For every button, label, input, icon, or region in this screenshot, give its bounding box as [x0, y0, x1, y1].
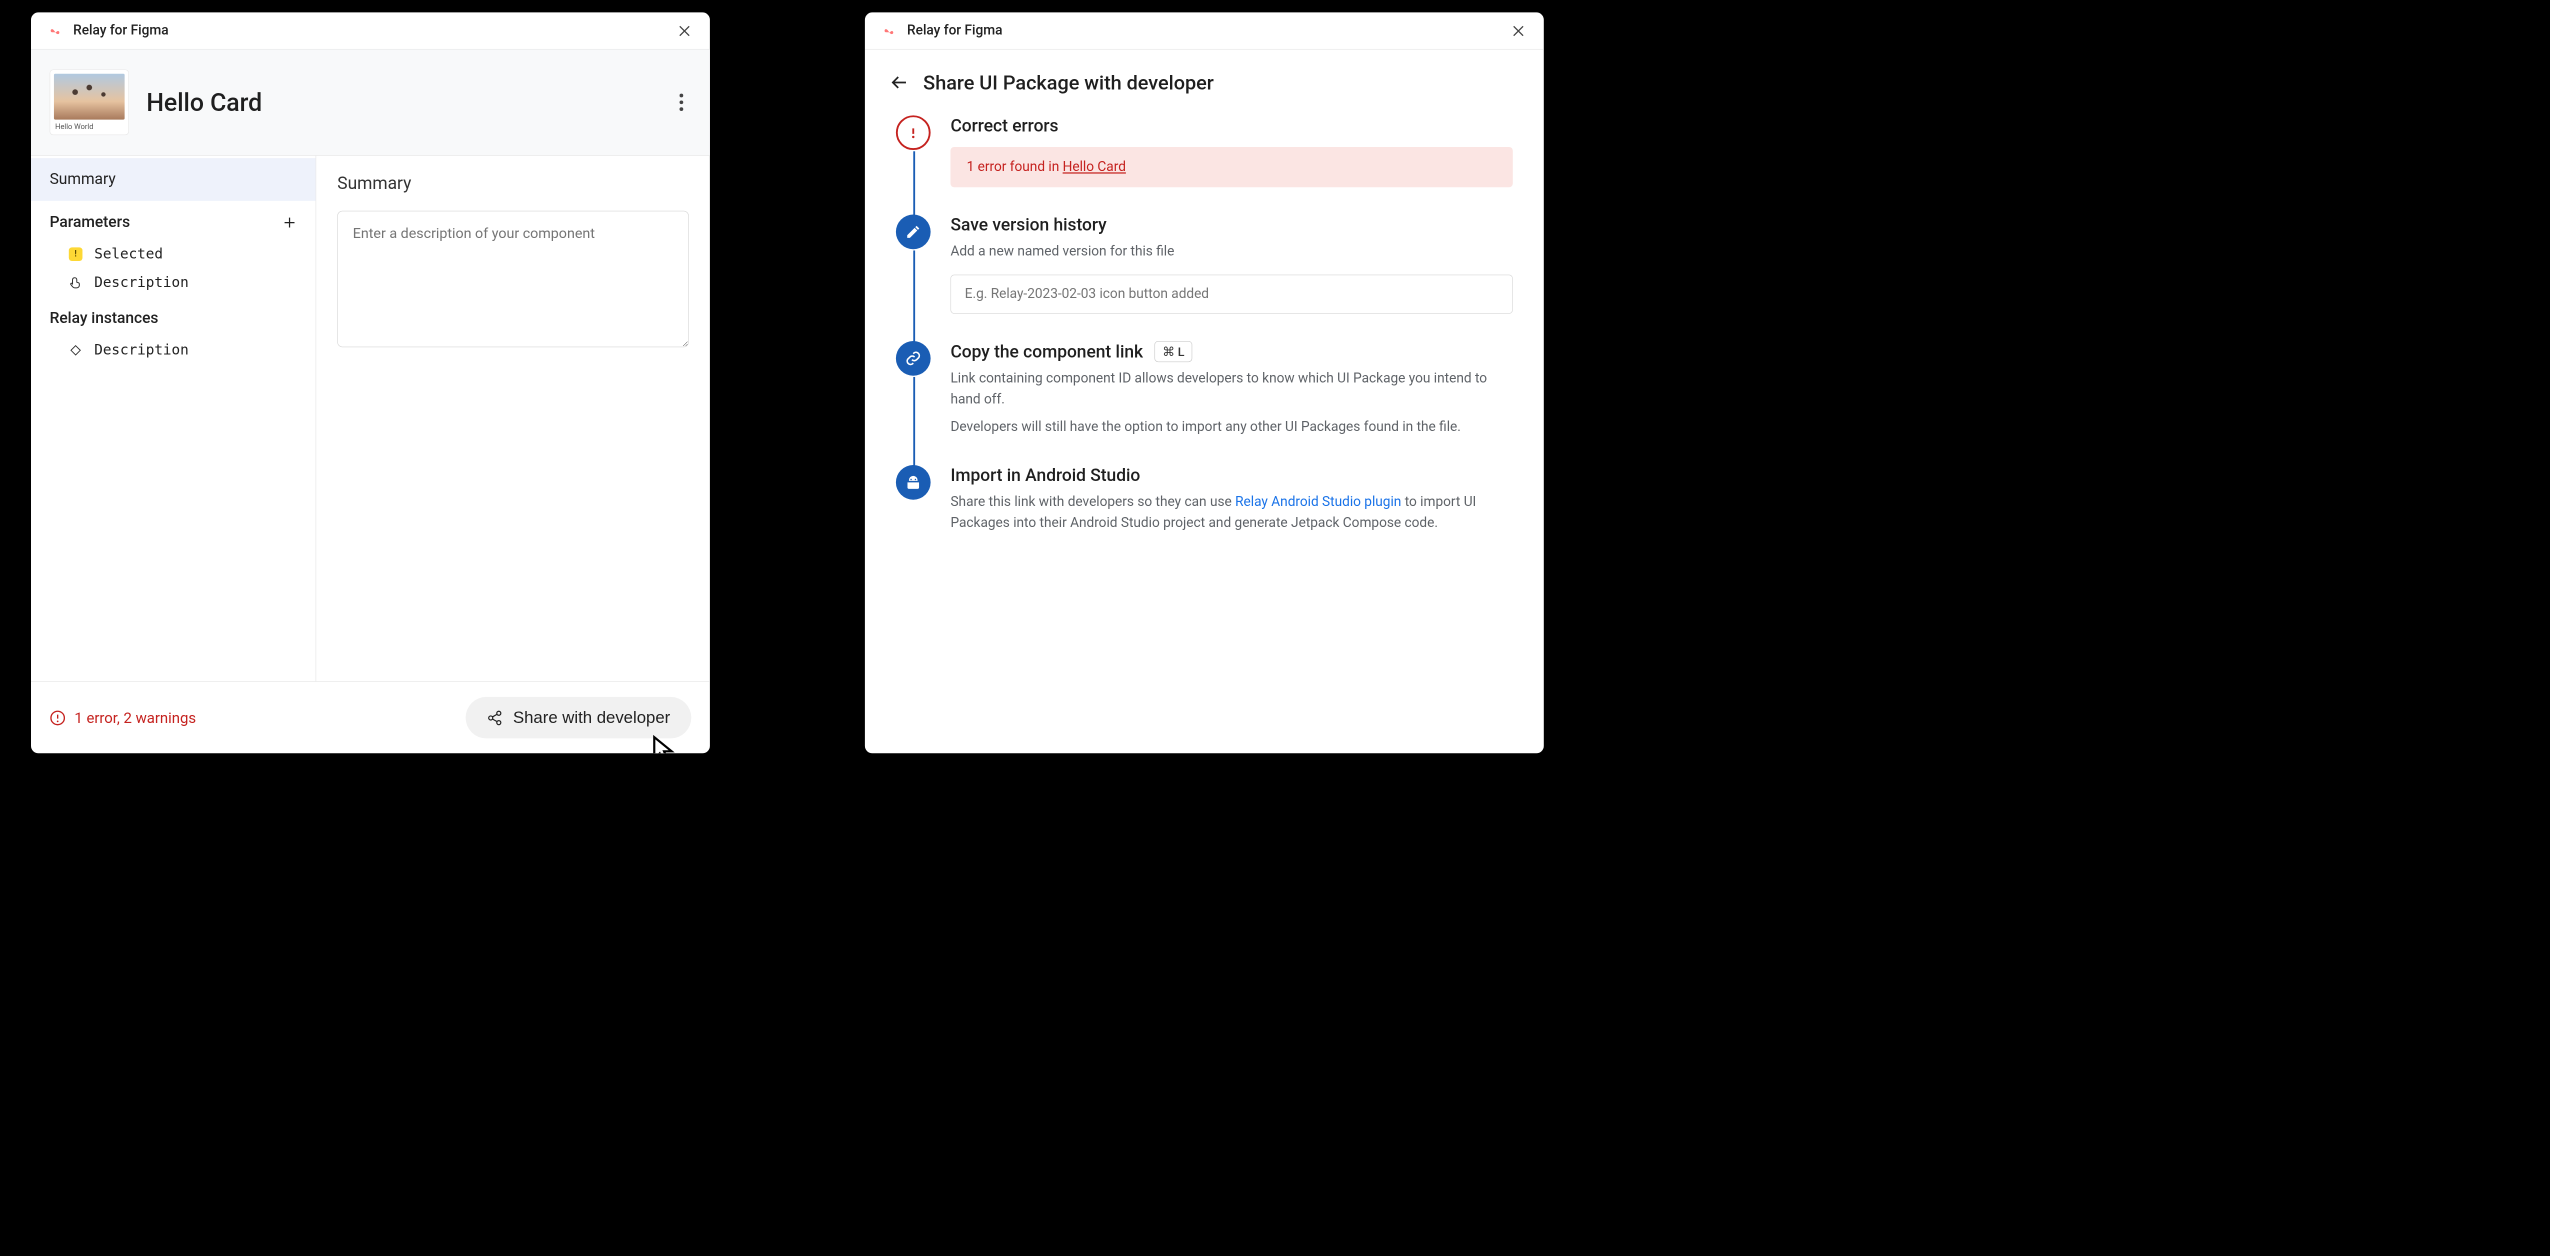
- error-link[interactable]: Hello Card: [1063, 159, 1126, 175]
- component-header: Hello World Hello Card: [31, 50, 710, 156]
- error-status[interactable]: 1 error, 2 warnings: [50, 709, 196, 726]
- content-heading: Summary: [337, 173, 689, 193]
- share-with-developer-button[interactable]: Share with developer: [466, 697, 691, 739]
- close-button[interactable]: [1510, 23, 1526, 39]
- error-banner: 1 error found in Hello Card: [950, 147, 1512, 187]
- summary-textarea[interactable]: [337, 211, 689, 347]
- sidebar: Summary Parameters ! Selected Descriptio…: [31, 156, 316, 682]
- page-title: Share UI Package with developer: [923, 71, 1214, 95]
- content-area: Summary: [316, 156, 710, 682]
- component-title: Hello Card: [146, 88, 262, 117]
- step-copy-link: Copy the component link ⌘ L Link contain…: [896, 341, 1513, 465]
- instance-item-description[interactable]: Description: [31, 336, 316, 365]
- error-step-icon: [896, 115, 931, 150]
- sidebar-section-parameters: Parameters: [31, 201, 316, 240]
- link-step-icon: [896, 341, 931, 376]
- step-title: Import in Android Studio: [950, 465, 1512, 485]
- relay-logo-icon: [882, 23, 897, 38]
- step-title: Correct errors: [950, 115, 1512, 135]
- app-title: Relay for Figma: [73, 23, 168, 38]
- more-options-button[interactable]: [671, 86, 691, 119]
- titlebar: Relay for Figma: [31, 12, 710, 49]
- app-title: Relay for Figma: [907, 23, 1002, 38]
- step-save-version: Save version history Add a new named ver…: [896, 215, 1513, 342]
- step-import-android: Import in Android Studio Share this link…: [896, 465, 1513, 561]
- step-subtitle: Add a new named version for this file: [950, 241, 1512, 262]
- parameter-item-selected[interactable]: ! Selected: [31, 240, 316, 269]
- share-package-window: Relay for Figma Share UI Package with de…: [865, 12, 1544, 753]
- step-subtitle: Link containing component ID allows deve…: [950, 368, 1512, 410]
- step-title: Copy the component link ⌘ L: [950, 341, 1512, 362]
- thumbnail-caption: Hello World: [54, 120, 125, 131]
- edit-step-icon: [896, 215, 931, 250]
- step-correct-errors: Correct errors 1 error found in Hello Ca…: [896, 115, 1513, 214]
- android-step-icon: [896, 465, 931, 500]
- share-icon: [487, 710, 503, 726]
- relay-main-window: Relay for Figma Hello World Hello Card S…: [31, 12, 710, 753]
- version-name-input[interactable]: [950, 275, 1512, 314]
- plugin-link[interactable]: Relay Android Studio plugin: [1235, 494, 1401, 510]
- steps-list: Correct errors 1 error found in Hello Ca…: [865, 109, 1544, 586]
- diamond-icon: [68, 344, 83, 356]
- back-button[interactable]: [890, 73, 909, 92]
- sidebar-item-summary[interactable]: Summary: [31, 158, 316, 201]
- parameter-item-description[interactable]: Description: [31, 268, 316, 297]
- add-parameter-button[interactable]: [282, 215, 297, 230]
- keyboard-shortcut: ⌘ L: [1154, 341, 1192, 362]
- close-button[interactable]: [676, 23, 692, 39]
- component-thumbnail: Hello World: [50, 69, 129, 135]
- sidebar-section-relay-instances: Relay instances: [31, 297, 316, 336]
- footer: 1 error, 2 warnings Share with developer: [31, 681, 710, 753]
- page-header: Share UI Package with developer: [865, 50, 1544, 110]
- step-subtitle-2: Developers will still have the option to…: [950, 417, 1512, 438]
- warning-icon: !: [69, 247, 83, 261]
- step-title: Save version history: [950, 215, 1512, 235]
- tap-icon: [68, 276, 83, 290]
- titlebar: Relay for Figma: [865, 12, 1544, 49]
- relay-logo-icon: [48, 23, 63, 38]
- step-subtitle: Share this link with developers so they …: [950, 492, 1512, 534]
